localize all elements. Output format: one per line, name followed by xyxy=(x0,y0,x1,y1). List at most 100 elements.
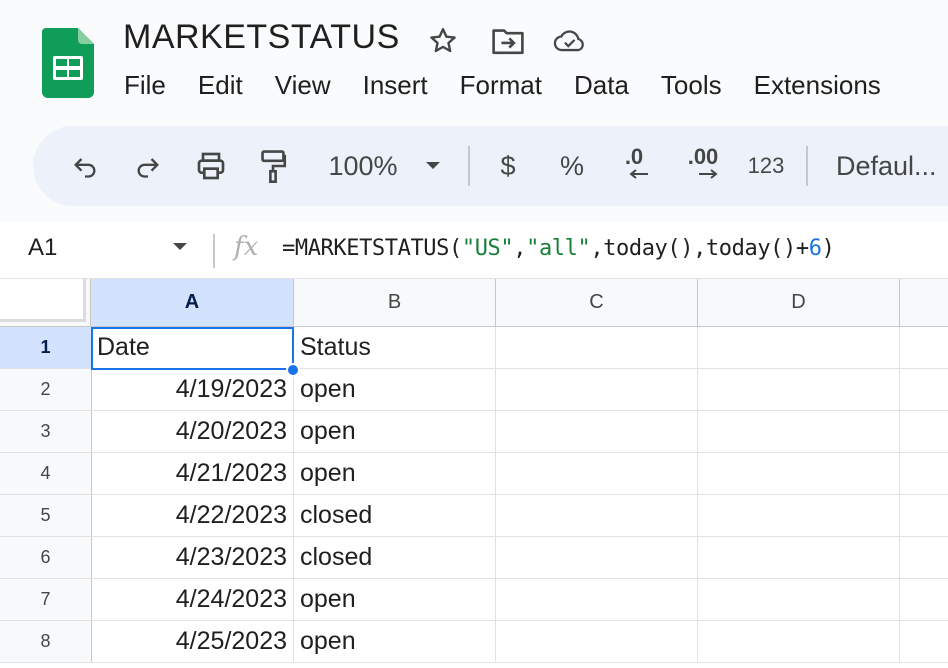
decrease-decimals-label: .0 xyxy=(624,144,644,169)
cell-e3[interactable] xyxy=(900,411,948,453)
cell-a7[interactable]: 4/24/2023 xyxy=(91,579,294,621)
formula-text: ) xyxy=(821,236,835,261)
column-header-b[interactable]: B xyxy=(294,279,496,327)
increase-decimals-label: .00 xyxy=(687,144,719,169)
select-all-corner[interactable] xyxy=(0,279,91,327)
cell-e7[interactable] xyxy=(900,579,948,621)
formula-input[interactable]: =MARKETSTATUS("US","all",today(),today()… xyxy=(282,236,835,261)
cell-d1[interactable] xyxy=(698,327,900,369)
zoom-select[interactable]: 100% xyxy=(323,126,403,206)
increase-decimals-button[interactable]: .00 xyxy=(678,126,728,206)
cell-b3[interactable]: open xyxy=(294,411,496,453)
cell-e1[interactable] xyxy=(900,327,948,369)
cell-e4[interactable] xyxy=(900,453,948,495)
cell-c2[interactable] xyxy=(496,369,698,411)
cell-b6[interactable]: closed xyxy=(294,537,496,579)
row-header-6[interactable]: 6 xyxy=(0,537,92,579)
menu-view[interactable]: View xyxy=(275,70,347,101)
row-header-2[interactable]: 2 xyxy=(0,369,92,411)
cell-d3[interactable] xyxy=(698,411,900,453)
star-icon[interactable] xyxy=(426,24,460,58)
cell-c5[interactable] xyxy=(496,495,698,537)
undo-icon[interactable] xyxy=(65,126,105,206)
cell-c8[interactable] xyxy=(496,621,698,663)
corner-freeze-handle[interactable] xyxy=(0,279,86,322)
cell-d7[interactable] xyxy=(698,579,900,621)
toolbar-divider xyxy=(468,146,470,186)
cloud-saved-icon[interactable] xyxy=(553,24,587,58)
percent-format-button[interactable]: % xyxy=(557,126,587,206)
decrease-decimals-button[interactable]: .0 xyxy=(613,126,655,206)
cell-b4[interactable]: open xyxy=(294,453,496,495)
cell-c6[interactable] xyxy=(496,537,698,579)
cell-a2[interactable]: 4/19/2023 xyxy=(91,369,294,411)
menu-tools[interactable]: Tools xyxy=(661,70,738,101)
column-header-d[interactable]: D xyxy=(698,279,900,327)
row-header-8[interactable]: 8 xyxy=(0,621,92,663)
spreadsheet-grid: A B C D 1 Date Status 2 4/19/2023 open 3… xyxy=(0,279,948,668)
cell-c4[interactable] xyxy=(496,453,698,495)
row-header-5[interactable]: 5 xyxy=(0,495,92,537)
cell-e2[interactable] xyxy=(900,369,948,411)
print-icon[interactable] xyxy=(191,126,231,206)
cell-a8[interactable]: 4/25/2023 xyxy=(91,621,294,663)
currency-format-button[interactable]: $ xyxy=(493,126,523,206)
toolbar: 100% $ % .0 .00 123 Defaul... xyxy=(33,126,948,206)
top-bar: MARKETSTATUS File Edit View Insert Forma… xyxy=(0,0,948,222)
cell-d2[interactable] xyxy=(698,369,900,411)
menu-file[interactable]: File xyxy=(124,70,182,101)
redo-icon[interactable] xyxy=(128,126,168,206)
cell-a6[interactable]: 4/23/2023 xyxy=(91,537,294,579)
paint-format-icon[interactable] xyxy=(253,126,293,206)
cell-a4[interactable]: 4/21/2023 xyxy=(91,453,294,495)
document-title[interactable]: MARKETSTATUS xyxy=(123,18,400,57)
menu-extensions[interactable]: Extensions xyxy=(754,70,897,101)
cell-d8[interactable] xyxy=(698,621,900,663)
fill-handle[interactable] xyxy=(286,363,300,377)
cell-e5[interactable] xyxy=(900,495,948,537)
row-header-7[interactable]: 7 xyxy=(0,579,92,621)
column-header-e[interactable] xyxy=(900,279,948,327)
cell-b7[interactable]: open xyxy=(294,579,496,621)
chevron-down-icon[interactable] xyxy=(421,126,445,206)
cell-c1[interactable] xyxy=(496,327,698,369)
font-select[interactable]: Defaul... xyxy=(836,126,948,206)
formula-bar: A1 fx =MARKETSTATUS("US","all",today(),t… xyxy=(0,222,948,279)
column-header-c[interactable]: C xyxy=(496,279,698,327)
row-header-4[interactable]: 4 xyxy=(0,453,92,495)
cell-a1[interactable]: Date xyxy=(91,327,294,369)
cell-e6[interactable] xyxy=(900,537,948,579)
chevron-down-icon[interactable] xyxy=(172,242,188,252)
cell-d4[interactable] xyxy=(698,453,900,495)
formula-text: ,today(),today()+ xyxy=(590,236,809,261)
fx-icon: fx xyxy=(234,232,259,262)
menu-data[interactable]: Data xyxy=(574,70,645,101)
move-to-folder-icon[interactable] xyxy=(491,24,525,58)
menu-format[interactable]: Format xyxy=(460,70,558,101)
formula-string: "US" xyxy=(461,236,514,261)
arrow-right-icon xyxy=(699,169,718,179)
cell-d6[interactable] xyxy=(698,537,900,579)
name-box[interactable]: A1 xyxy=(28,234,57,262)
sheets-logo-icon[interactable] xyxy=(42,28,94,98)
menu-edit[interactable]: Edit xyxy=(198,70,259,101)
cell-d5[interactable] xyxy=(698,495,900,537)
cell-b2[interactable]: open xyxy=(294,369,496,411)
cell-a5[interactable]: 4/22/2023 xyxy=(91,495,294,537)
number-format-button[interactable]: 123 xyxy=(743,126,789,206)
cell-b8[interactable]: open xyxy=(294,621,496,663)
cell-b5[interactable]: closed xyxy=(294,495,496,537)
menu-insert[interactable]: Insert xyxy=(363,70,444,101)
menu-bar: File Edit View Insert Format Data Tools … xyxy=(124,70,913,101)
cell-a3[interactable]: 4/20/2023 xyxy=(91,411,294,453)
row-header-3[interactable]: 3 xyxy=(0,411,92,453)
toolbar-divider xyxy=(806,146,808,186)
formula-text: =MARKETSTATUS( xyxy=(282,236,462,261)
cell-b1[interactable]: Status xyxy=(294,327,496,369)
row-header-1[interactable]: 1 xyxy=(0,327,92,369)
cell-e8[interactable] xyxy=(900,621,948,663)
column-header-a[interactable]: A xyxy=(91,279,294,327)
formula-text: , xyxy=(513,236,527,261)
cell-c7[interactable] xyxy=(496,579,698,621)
cell-c3[interactable] xyxy=(496,411,698,453)
